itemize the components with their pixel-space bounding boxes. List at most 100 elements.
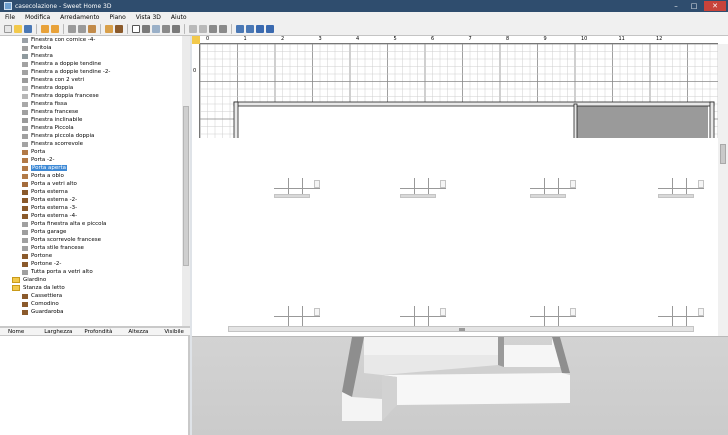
wall[interactable] [233,101,239,138]
catalog-item[interactable]: Porta aperta [0,164,182,172]
3d-wall [382,375,397,421]
furniture-list[interactable] [0,336,188,435]
menu-piano[interactable]: Piano [104,14,130,21]
catalog-item[interactable]: Finestra a doppie tendine [0,60,182,68]
select-mode-icon[interactable] [132,24,140,33]
furniture-catalog-tree[interactable]: Finestra con cornice -4- Feritoia Finestra… [0,36,182,326]
decrease-text-icon[interactable] [199,24,207,33]
catalog-item[interactable]: Finestra con cornice -4- [0,36,182,44]
plan-widget[interactable] [274,178,320,202]
open-icon[interactable] [14,24,22,33]
maximize-button[interactable]: □ [686,1,702,11]
italic-icon[interactable] [219,24,227,33]
catalog-item[interactable]: Feritoia [0,44,182,52]
catalog-item[interactable]: Finestra con 2 vetri [0,76,182,84]
wall[interactable] [233,101,715,107]
catalog-item[interactable]: Finestra inclinabile [0,116,182,124]
3d-view[interactable] [192,336,728,435]
cut-icon[interactable] [68,24,76,33]
catalog-item[interactable]: Portone [0,252,182,260]
menu-arredamento[interactable]: Arredamento [55,14,104,21]
catalog-item[interactable]: Cassettiera [0,292,182,300]
import-furniture-icon[interactable] [115,24,123,33]
catalog-item[interactable]: Finestra piccola doppia [0,132,182,140]
minimize-button[interactable]: – [668,1,684,11]
catalog-item[interactable]: Portone -2- [0,260,182,268]
menu-modifica[interactable]: Modifica [20,14,55,21]
catalog-item[interactable]: Finestra francese [0,108,182,116]
catalog-item[interactable]: Finestra doppia [0,84,182,92]
plan-horizontal-scrollbar[interactable] [228,326,694,332]
catalog-item[interactable]: Porta scorrevole francese [0,236,182,244]
catalog-item[interactable]: Porta stile francese [0,244,182,252]
column-name[interactable]: Nome [0,329,24,335]
catalog-item[interactable]: Finestra a doppie tendine -2- [0,68,182,76]
bold-icon[interactable] [209,24,217,33]
scrollbar-thumb[interactable] [183,106,189,266]
catalog-item[interactable]: Comodino [0,300,182,308]
paste-icon[interactable] [88,24,96,33]
plan-canvas[interactable] [200,44,718,138]
column-visible[interactable]: Visibile [148,329,184,335]
furniture-thumbnail-icon [22,117,28,123]
catalog-item[interactable]: Porta [0,148,182,156]
catalog-item[interactable]: Porta esterna -2- [0,196,182,204]
zoom-in-icon[interactable] [236,24,244,33]
close-button[interactable]: ✕ [704,1,726,11]
plan-widget[interactable] [400,178,446,202]
catalog-item[interactable]: Porta a oblo [0,172,182,180]
wall[interactable] [709,101,715,138]
undo-icon[interactable] [41,24,49,33]
catalog-item[interactable]: Finestra [0,52,182,60]
catalog-item[interactable]: Finestra Piccola [0,124,182,132]
scrollbar-thumb[interactable] [459,328,465,331]
catalog-item[interactable]: Porta a vetri alto [0,180,182,188]
menu-vista-3d[interactable]: Vista 3D [131,14,166,21]
create-dimensions-icon[interactable] [162,24,170,33]
catalog-category[interactable]: Giardino [0,276,182,284]
save-icon[interactable] [24,24,32,33]
3d-canvas[interactable] [192,337,728,435]
furniture-thumbnail-icon [22,237,28,243]
catalog-item[interactable]: Finestra doppia francese [0,92,182,100]
catalog-item[interactable]: Porta -2- [0,156,182,164]
column-height[interactable]: Altezza [112,329,148,335]
catalog-item[interactable]: Porta esterna -4- [0,212,182,220]
catalog-item[interactable]: Porta esterna [0,188,182,196]
furniture-thumbnail-icon [22,165,28,171]
catalog-item-label: Porta esterna -4- [31,213,78,219]
plan-widget[interactable] [658,178,704,202]
copy-icon[interactable] [78,24,86,33]
create-photo-icon[interactable] [256,24,264,33]
scrollbar-thumb[interactable] [720,144,726,164]
redo-icon[interactable] [51,24,59,33]
catalog-item[interactable]: Porta finestra alta e piccola [0,220,182,228]
increase-text-icon[interactable] [189,24,197,33]
new-icon[interactable] [4,24,12,33]
menu-aiuto[interactable]: Aiuto [166,14,192,21]
catalog-item[interactable]: Tutta porta a vetri alto [0,268,182,276]
catalog-scrollbar[interactable] [182,36,190,326]
catalog-category[interactable]: Stanza da letto [0,284,182,292]
add-text-icon[interactable] [172,24,180,33]
plan-view[interactable]: 0 1 2 3 4 5 6 7 8 9 10 11 12 0 [192,36,728,336]
create-rooms-icon[interactable] [152,24,160,33]
catalog-item[interactable]: Finestra fissa [0,100,182,108]
catalog-item[interactable]: Porta garage [0,228,182,236]
add-furniture-icon[interactable] [105,24,113,33]
selected-room[interactable] [576,106,708,138]
create-video-icon[interactable] [266,24,274,33]
plan-widget[interactable] [530,178,576,202]
catalog-item[interactable]: Porta esterna -3- [0,204,182,212]
create-walls-icon[interactable] [142,24,150,33]
wall[interactable] [573,103,578,138]
menu-file[interactable]: File [0,14,20,21]
zoom-out-icon[interactable] [246,24,254,33]
plan-vertical-scrollbar[interactable] [718,44,728,336]
column-depth[interactable]: Profondità [72,329,112,335]
catalog-item[interactable]: Guardaroba [0,308,182,316]
column-width[interactable]: Larghezza [24,329,72,335]
furniture-thumbnail-icon [22,245,28,251]
catalog-item[interactable]: Finestra scorrevole [0,140,182,148]
left-panel: Finestra con cornice -4- Feritoia Finestra… [0,36,190,435]
